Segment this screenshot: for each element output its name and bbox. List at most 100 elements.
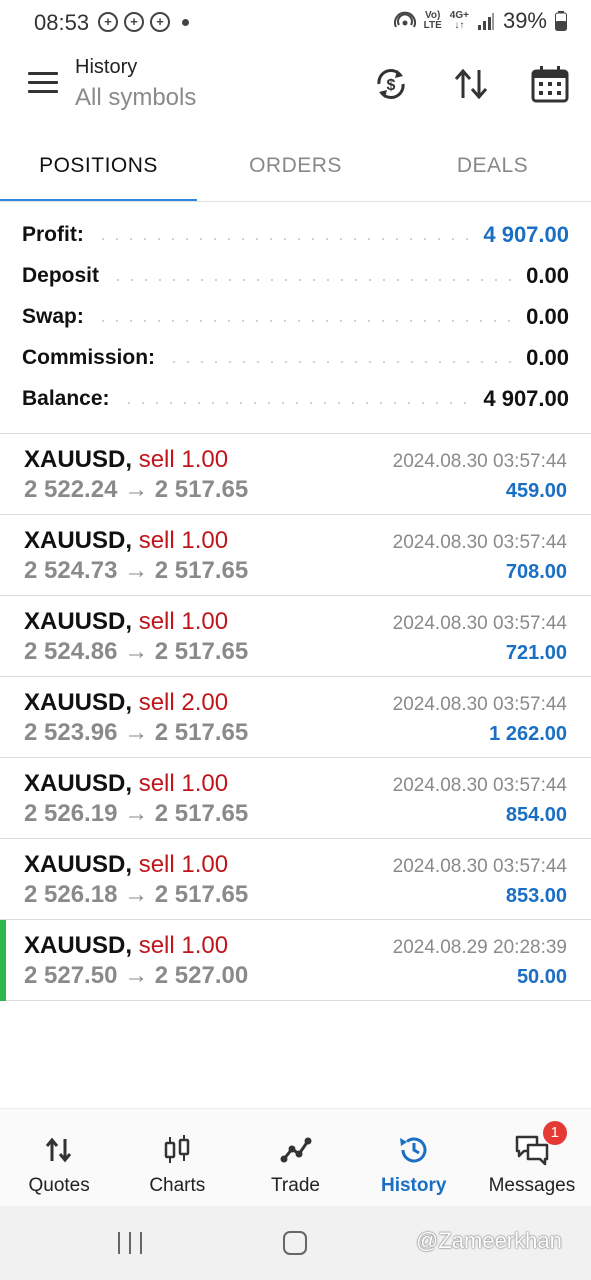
nav-label: History (380, 1175, 447, 1196)
charts-icon (165, 1135, 190, 1163)
deal-symbol: XAUUSD, sell 1.00 (24, 608, 229, 635)
volte-indicator: Vo) LTE (423, 10, 442, 31)
notification-icon: + (150, 12, 170, 32)
status-bar: 08:53 + + + Vo) LTE 4G+ ↓↑ 39% (0, 0, 591, 44)
summary-value: 0.00 (526, 303, 569, 329)
deal-symbol: XAUUSD, sell 1.00 (24, 770, 229, 797)
dot-leader (95, 319, 515, 322)
deal-profit: 1 262.00 (489, 723, 567, 745)
signal-icon (477, 13, 494, 30)
network-type-indicator: 4G+ ↓↑ (449, 10, 469, 31)
more-notifications-dot (182, 18, 189, 26)
deal-profit: 854.00 (505, 804, 567, 826)
deal-profit: 708.00 (505, 561, 567, 583)
nav-charts[interactable]: Charts (118, 1109, 236, 1206)
summary-value: 0.00 (526, 344, 569, 370)
nav-history[interactable]: History (355, 1109, 473, 1206)
dot-leader (111, 278, 515, 281)
summary-label: Balance: (22, 386, 110, 410)
status-right: Vo) LTE 4G+ ↓↑ 39% (393, 8, 567, 34)
dot-leader (167, 360, 515, 363)
list-item[interactable]: XAUUSD, sell 1.00 2 524.73 → 2 517.65 20… (0, 515, 591, 596)
deal-symbol: XAUUSD, sell 1.00 (24, 527, 229, 554)
tab-positions[interactable]: POSITIONS (0, 130, 197, 202)
summary-label: Deposit (22, 263, 100, 287)
watermark: @Zameerkhan (416, 1228, 562, 1253)
history-icon (399, 1137, 427, 1163)
list-item[interactable]: XAUUSD, sell 2.00 2 523.96 → 2 517.65 20… (0, 677, 591, 758)
system-nav-bar: @Zameerkhan (0, 1206, 591, 1280)
summary-panel: Profit: 4 907.00 Deposit 0.00 Swap: 0.00… (0, 214, 591, 419)
deal-time: 2024.08.29 20:28:39 (392, 937, 567, 958)
hotspot-icon (393, 11, 416, 28)
nav-quotes[interactable]: Quotes (0, 1109, 118, 1206)
tab-deals[interactable]: DEALS (394, 130, 591, 202)
deal-profit: 721.00 (505, 642, 567, 664)
page-title: History (75, 56, 138, 78)
deal-time: 2024.08.30 03:57:44 (392, 451, 567, 472)
nav-trade[interactable]: Trade (236, 1109, 354, 1206)
symbol-filter[interactable]: All symbols (75, 84, 196, 112)
bottom-nav: Quotes Charts Trade History 1 Messages (0, 1108, 591, 1206)
quotes-icon (45, 1137, 72, 1163)
battery-percent: 39% (502, 8, 547, 33)
calendar-icon[interactable] (530, 64, 570, 104)
currency-sync-icon[interactable]: $ (371, 64, 411, 104)
summary-row-deposit: Deposit 0.00 (0, 255, 591, 296)
deal-prices: 2 526.19 → 2 517.65 (24, 800, 249, 827)
deal-prices: 2 527.50 → 2 527.00 (24, 962, 249, 989)
positions-list: XAUUSD, sell 1.00 2 522.24 → 2 517.65 20… (0, 434, 591, 1001)
deal-symbol: XAUUSD, sell 1.00 (24, 932, 229, 959)
deal-profit: 459.00 (505, 480, 567, 502)
list-item[interactable]: XAUUSD, sell 1.00 2 526.19 → 2 517.65 20… (0, 758, 591, 839)
nav-label: Messages (488, 1175, 576, 1196)
menu-icon[interactable] (28, 72, 58, 96)
tab-orders[interactable]: ORDERS (197, 130, 394, 202)
tab-bar: POSITIONS ORDERS DEALS (0, 130, 591, 202)
summary-value: 4 907.00 (483, 385, 569, 411)
deal-prices: 2 523.96 → 2 517.65 (24, 719, 249, 746)
deal-time: 2024.08.30 03:57:44 (392, 613, 567, 634)
deal-symbol: XAUUSD, sell 2.00 (24, 689, 229, 716)
deal-time: 2024.08.30 03:57:44 (392, 694, 567, 715)
list-item[interactable]: XAUUSD, sell 1.00 2 522.24 → 2 517.65 20… (0, 434, 591, 515)
list-item-selected[interactable]: XAUUSD, sell 1.00 2 527.50 → 2 527.00 20… (0, 920, 591, 1001)
summary-label: Swap: (22, 304, 84, 328)
home-button[interactable] (283, 1231, 307, 1255)
notification-icon: + (124, 12, 144, 32)
tab-divider (0, 201, 591, 202)
deal-side: sell 2.00 (138, 689, 229, 716)
trade-icon (280, 1137, 311, 1163)
unread-badge: 1 (542, 1121, 567, 1145)
deal-time: 2024.08.30 03:57:44 (392, 856, 567, 877)
deal-side: sell 1.00 (138, 527, 229, 554)
deal-side: sell 1.00 (138, 851, 229, 878)
deal-prices: 2 524.86 → 2 517.65 (24, 638, 249, 665)
deal-side: sell 1.00 (138, 932, 229, 959)
summary-value: 4 907.00 (483, 221, 569, 247)
deal-time: 2024.08.30 03:57:44 (392, 532, 567, 553)
deal-side: sell 1.00 (138, 446, 229, 473)
deal-side: sell 1.00 (138, 770, 229, 797)
status-time: 08:53 (34, 10, 90, 35)
deal-profit: 853.00 (505, 885, 567, 907)
notification-icon: + (98, 12, 118, 32)
notification-icons: + + + (98, 12, 189, 32)
list-item[interactable]: XAUUSD, sell 1.00 2 524.86 → 2 517.65 20… (0, 596, 591, 677)
summary-row-swap: Swap: 0.00 (0, 296, 591, 337)
list-item[interactable]: XAUUSD, sell 1.00 2 526.18 → 2 517.65 20… (0, 839, 591, 920)
dot-leader (95, 237, 472, 240)
summary-label: Commission: (22, 345, 156, 369)
nav-label: Charts (149, 1175, 206, 1196)
deal-prices: 2 524.73 → 2 517.65 (24, 557, 249, 584)
nav-messages[interactable]: 1 Messages (473, 1109, 591, 1206)
dot-leader (121, 401, 472, 404)
sort-icon[interactable] (451, 64, 491, 104)
deal-symbol: XAUUSD, sell 1.00 (24, 446, 229, 473)
deal-prices: 2 526.18 → 2 517.65 (24, 881, 249, 908)
app-bar: History All symbols $ (0, 44, 591, 130)
svg-text:$: $ (387, 77, 396, 94)
summary-value: 0.00 (526, 262, 569, 288)
nav-label: Quotes (28, 1175, 90, 1196)
recents-button[interactable] (118, 1232, 142, 1254)
